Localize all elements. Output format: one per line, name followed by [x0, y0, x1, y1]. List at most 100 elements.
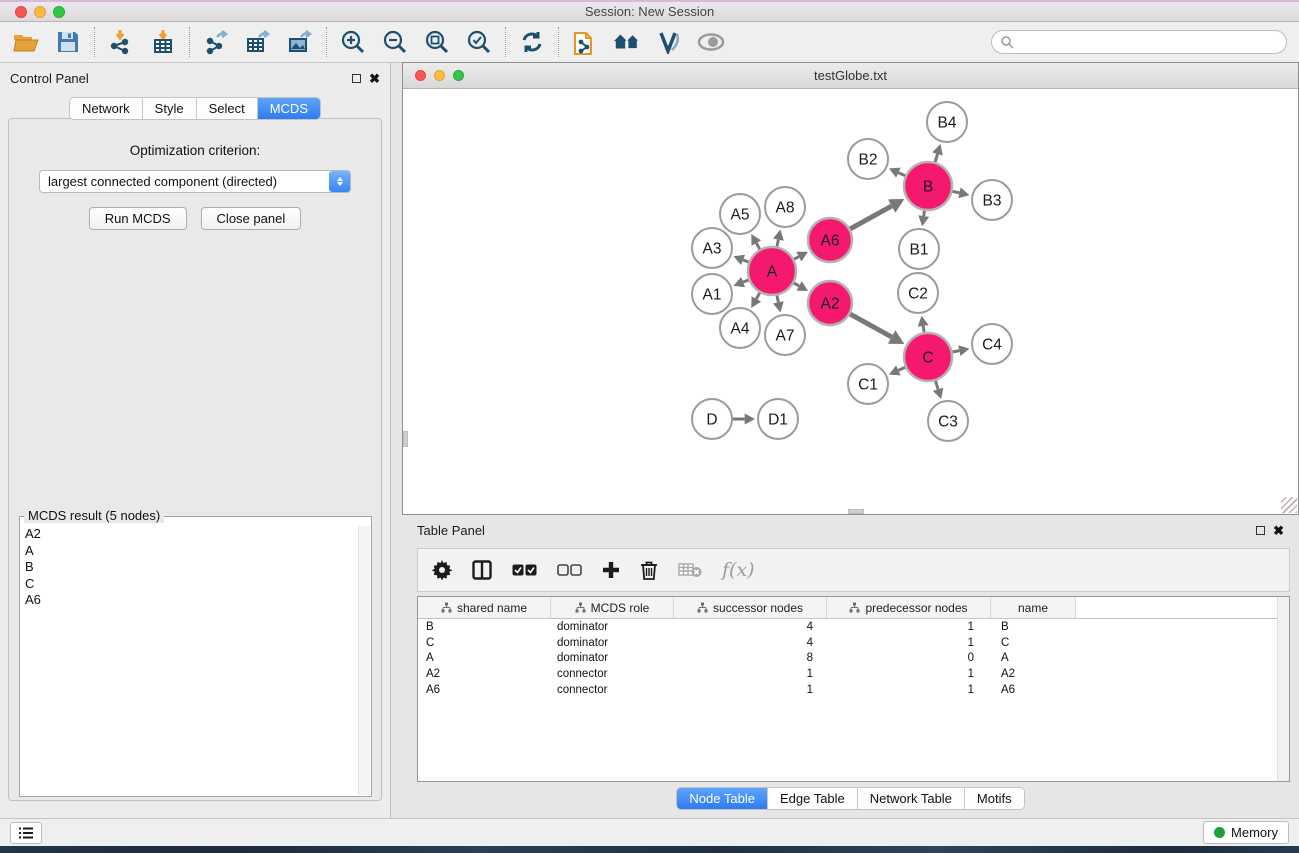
graph-node-B2[interactable]: B2: [848, 139, 888, 179]
column-header-successor-nodes[interactable]: successor nodes: [674, 597, 827, 618]
search-field[interactable]: [991, 30, 1287, 54]
graph-node-D[interactable]: D: [692, 399, 732, 439]
table-row[interactable]: Bdominator41B: [418, 619, 1289, 635]
table-cell[interactable]: 0: [827, 652, 991, 664]
float-table-panel-icon[interactable]: [1256, 526, 1265, 535]
add-column-icon[interactable]: [602, 561, 620, 579]
import-table-icon[interactable]: [149, 28, 177, 56]
table-cell[interactable]: C: [991, 637, 1076, 649]
column-header-predecessor-nodes[interactable]: predecessor nodes: [827, 597, 991, 618]
mcds-result-list[interactable]: A2ABCA6: [21, 526, 358, 795]
zoom-out-icon[interactable]: [381, 28, 409, 56]
table-cell[interactable]: 1: [827, 621, 991, 633]
close-table-panel-icon[interactable]: ✖: [1273, 526, 1284, 535]
bottom-splitter-handle[interactable]: [848, 509, 864, 514]
table-cell[interactable]: B: [991, 621, 1076, 633]
graph-node-A3[interactable]: A3: [692, 228, 732, 268]
column-header-MCDS-role[interactable]: MCDS role: [551, 597, 674, 618]
graph-edge-C-C1[interactable]: [898, 367, 905, 370]
mcds-result-item[interactable]: A6: [21, 592, 358, 609]
minimize-window-button[interactable]: [34, 6, 46, 18]
graph-node-C4[interactable]: C4: [972, 324, 1012, 364]
table-cell[interactable]: A: [991, 652, 1076, 664]
graph-node-C[interactable]: C: [904, 333, 952, 381]
graph-node-A1[interactable]: A1: [692, 274, 732, 314]
tab-mcds[interactable]: MCDS: [258, 98, 320, 119]
graph-edge-C-C3[interactable]: [935, 381, 938, 389]
graph-edge-B-B1[interactable]: [924, 211, 925, 216]
table-cell[interactable]: A2: [418, 668, 551, 680]
table-cell[interactable]: B: [418, 621, 551, 633]
graph-edge-A6-B[interactable]: [850, 206, 892, 229]
delete-table-icon[interactable]: [678, 562, 702, 578]
memory-button[interactable]: Memory: [1203, 821, 1289, 844]
task-history-button[interactable]: [10, 822, 42, 844]
run-mcds-button[interactable]: Run MCDS: [89, 207, 187, 230]
network-graph[interactable]: B4B2BB3B1A5A8A6A3AA1A2C2A4A7C4CC1C3DD1: [404, 90, 1297, 508]
mcds-result-item[interactable]: B: [21, 559, 358, 576]
graph-edge-A-A5[interactable]: [756, 243, 759, 249]
table-cell[interactable]: 1: [674, 684, 827, 696]
minimize-network-button[interactable]: [434, 70, 445, 81]
tab-node-table[interactable]: Node Table: [677, 788, 768, 809]
graph-node-A2[interactable]: A2: [808, 281, 852, 325]
close-panel-icon[interactable]: ✖: [369, 74, 380, 83]
table-cell[interactable]: A2: [991, 668, 1076, 680]
network-canvas[interactable]: B4B2BB3B1A5A8A6A3AA1A2C2A4A7C4CC1C3DD1: [404, 90, 1297, 508]
graph-edge-A-A8[interactable]: [777, 240, 778, 247]
table-cell[interactable]: 8: [674, 652, 827, 664]
graph-node-D1[interactable]: D1: [758, 399, 798, 439]
tab-select[interactable]: Select: [197, 98, 258, 119]
graph-edge-B-B2[interactable]: [898, 173, 905, 176]
close-network-button[interactable]: [415, 70, 426, 81]
table-cell[interactable]: dominator: [551, 637, 674, 649]
table-cell[interactable]: dominator: [551, 652, 674, 664]
graph-node-A[interactable]: A: [748, 247, 796, 295]
close-panel-button[interactable]: Close panel: [201, 207, 302, 230]
table-row[interactable]: Adominator80A: [418, 651, 1289, 667]
graph-edge-A-A3[interactable]: [743, 260, 749, 262]
table-cell[interactable]: connector: [551, 684, 674, 696]
mcds-result-item[interactable]: A2: [21, 526, 358, 543]
window-resize-grip[interactable]: [1281, 497, 1297, 513]
network-window-titlebar[interactable]: testGlobe.txt: [403, 63, 1298, 89]
v-logo-icon[interactable]: [655, 28, 683, 56]
eye-icon[interactable]: [697, 28, 725, 56]
select-all-checkboxes-icon[interactable]: [512, 564, 537, 576]
graph-edge-A-A1[interactable]: [743, 280, 749, 282]
table-scrollbar[interactable]: [1277, 597, 1289, 781]
export-table-icon[interactable]: [244, 28, 272, 56]
graph-node-A8[interactable]: A8: [765, 187, 805, 227]
graph-edge-A-A7[interactable]: [777, 295, 778, 302]
graph-node-B1[interactable]: B1: [899, 229, 939, 269]
export-network-icon[interactable]: [202, 28, 230, 56]
table-cell[interactable]: 4: [674, 637, 827, 649]
close-window-button[interactable]: [15, 6, 27, 18]
gear-icon[interactable]: [432, 560, 452, 580]
column-header-shared-name[interactable]: shared name: [418, 597, 551, 618]
tab-network[interactable]: Network: [70, 98, 143, 119]
graph-node-B[interactable]: B: [904, 162, 952, 210]
delete-icon[interactable]: [640, 560, 658, 580]
graph-node-B3[interactable]: B3: [972, 180, 1012, 220]
graph-edge-B-B4[interactable]: [935, 154, 937, 162]
graph-node-C1[interactable]: C1: [848, 364, 888, 404]
zoom-window-button[interactable]: [53, 6, 65, 18]
table-row[interactable]: Cdominator41C: [418, 635, 1289, 651]
table-cell[interactable]: 4: [674, 621, 827, 633]
table-cell[interactable]: C: [418, 637, 551, 649]
graph-node-C2[interactable]: C2: [898, 273, 938, 313]
float-panel-icon[interactable]: [352, 74, 361, 83]
zoom-fit-icon[interactable]: [423, 28, 451, 56]
graph-node-A6[interactable]: A6: [808, 218, 852, 262]
zoom-network-button[interactable]: [453, 70, 464, 81]
zoom-selected-icon[interactable]: [465, 28, 493, 56]
function-builder-icon[interactable]: f(x): [722, 559, 755, 581]
table-cell[interactable]: A6: [991, 684, 1076, 696]
split-pane-icon[interactable]: [472, 560, 492, 580]
table-cell[interactable]: 1: [827, 684, 991, 696]
node-table[interactable]: shared nameMCDS rolesuccessor nodesprede…: [417, 596, 1290, 782]
table-cell[interactable]: 1: [827, 637, 991, 649]
graph-edge-A-A6[interactable]: [794, 257, 799, 260]
zoom-in-icon[interactable]: [339, 28, 367, 56]
